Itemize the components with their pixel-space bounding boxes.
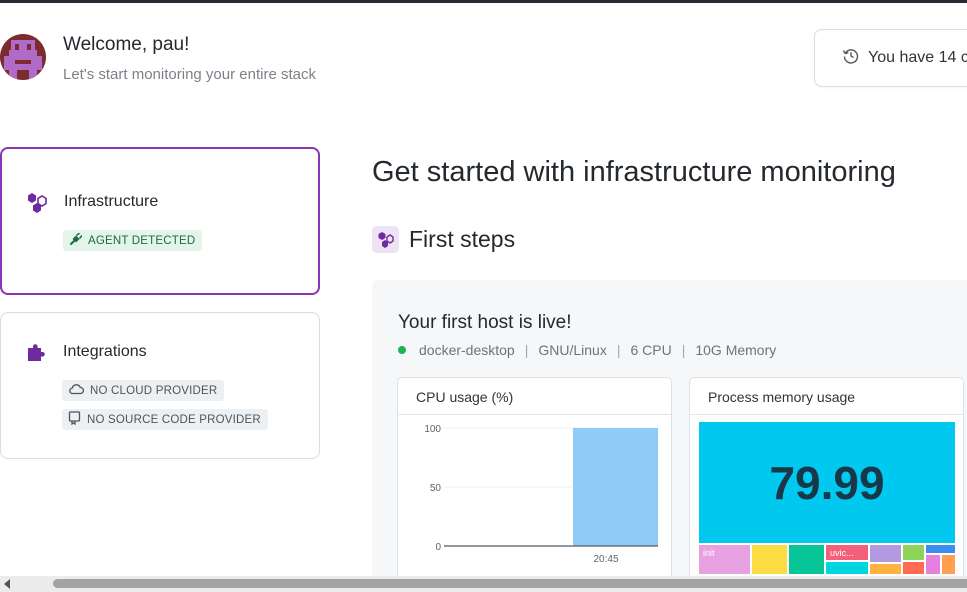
horizontal-scrollbar[interactable]	[0, 576, 967, 592]
history-icon	[842, 47, 860, 70]
treemap-cell	[789, 545, 824, 574]
process-memory-treemap: init uvic... 79.99	[699, 422, 955, 574]
host-cpu: 6 CPU	[630, 342, 672, 358]
treemap-cell	[942, 555, 955, 574]
treemap-cell-label: init	[703, 548, 715, 558]
host-details: docker-desktop | GNU/Linux | 6 CPU | 10G…	[398, 342, 776, 358]
avatar[interactable]	[0, 34, 46, 80]
agent-detected-label: AGENT DETECTED	[88, 234, 196, 247]
memory-value: 79.99	[769, 457, 884, 509]
welcome-heading: Welcome, pau!	[63, 34, 190, 55]
cpu-usage-chart: 100 50 0 20:45	[424, 424, 658, 565]
treemap-cell	[752, 545, 787, 574]
treemap-cell	[870, 545, 901, 562]
host-os: GNU/Linux	[538, 342, 607, 358]
puzzle-icon	[25, 342, 47, 364]
trial-banner[interactable]: You have 14 c	[814, 29, 967, 87]
memory-widget-title: Process memory usage	[690, 378, 963, 415]
no-source-code-provider-label: NO SOURCE CODE PROVIDER	[87, 413, 261, 426]
cpu-usage-widget[interactable]: CPU usage (%) 100 50 0 20:45	[397, 377, 672, 592]
agent-detected-badge: AGENT DETECTED	[63, 230, 203, 251]
no-cloud-provider-label: NO CLOUD PROVIDER	[90, 384, 218, 397]
treemap-cell	[903, 562, 924, 574]
scrollbar-thumb[interactable]	[53, 579, 967, 588]
cloud-icon	[68, 383, 84, 398]
first-steps-heading: First steps	[409, 226, 516, 252]
host-title: Your first host is live!	[398, 312, 572, 333]
integrations-card[interactable]: Integrations NO CLOUD PROVIDER NO SOURCE…	[0, 312, 320, 459]
scroll-left-icon[interactable]	[4, 579, 10, 589]
infrastructure-title: Infrastructure	[64, 193, 159, 210]
top-border	[0, 0, 967, 3]
treemap-cell	[926, 545, 955, 553]
infrastructure-card[interactable]: Infrastructure AGENT DETECTED	[0, 147, 320, 295]
x-tick-label: 20:45	[593, 554, 618, 565]
treemap-cell-label: uvic...	[830, 548, 854, 558]
treemap-cell	[926, 555, 940, 574]
hexagons-icon	[26, 192, 48, 214]
treemap-cell	[826, 562, 868, 574]
repository-icon	[68, 411, 81, 428]
integrations-title: Integrations	[63, 343, 147, 360]
host-name: docker-desktop	[419, 342, 515, 358]
treemap-cell	[903, 545, 924, 560]
welcome-subtitle: Let's start monitoring your entire stack	[63, 66, 316, 83]
y-tick-label: 100	[424, 424, 441, 435]
page-title: Get started with infrastructure monitori…	[372, 156, 896, 188]
y-tick-label: 50	[430, 483, 442, 494]
y-tick-label: 0	[435, 542, 441, 553]
no-source-code-provider-badge: NO SOURCE CODE PROVIDER	[62, 409, 268, 430]
treemap-cell	[870, 564, 901, 574]
no-cloud-provider-badge: NO CLOUD PROVIDER	[62, 380, 225, 401]
host-memory: 10G Memory	[695, 342, 777, 358]
cpu-bar	[573, 428, 658, 546]
cpu-widget-title: CPU usage (%)	[398, 378, 671, 415]
first-steps-icon	[372, 226, 399, 253]
trial-text: You have 14 c	[868, 49, 967, 66]
status-dot	[398, 346, 406, 354]
process-memory-widget[interactable]: Process memory usage init uvic... 79.99	[689, 377, 964, 592]
plug-icon	[69, 232, 83, 249]
